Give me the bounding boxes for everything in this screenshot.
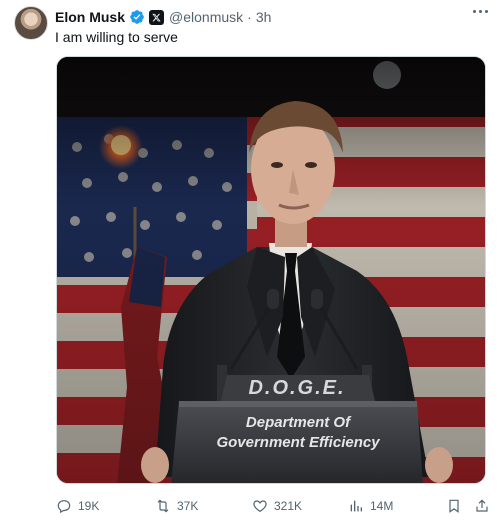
avatar[interactable] — [14, 6, 48, 40]
views-button[interactable]: 14M — [348, 497, 393, 515]
more-options-icon[interactable] — [473, 10, 488, 13]
handle[interactable]: @elonmusk — [169, 9, 243, 25]
share-icon — [476, 499, 488, 512]
repost-icon — [157, 499, 169, 513]
reply-button[interactable]: 19K — [56, 497, 99, 515]
podium-line-1: Department Of — [245, 414, 351, 431]
podium-line-2: Government Efficiency — [216, 434, 380, 451]
action-bar: 19K 37K 321K 14M — [56, 497, 488, 515]
verified-badge-icon[interactable] — [129, 9, 145, 25]
podium-title: D.O.G.E. — [248, 377, 346, 399]
share-button[interactable] — [474, 497, 490, 515]
like-count: 321K — [274, 499, 303, 513]
tweet-header: Elon Musk @elonmusk · 3h — [55, 8, 271, 26]
separator-dot: · — [247, 9, 252, 25]
tweet-image[interactable]: D.O.G.E. Department Of Government Effici… — [56, 56, 486, 484]
views-count: 14M — [370, 499, 394, 513]
reply-icon — [57, 500, 71, 514]
tweet-text: I am willing to serve — [55, 29, 178, 45]
reply-count: 19K — [78, 499, 100, 513]
bookmark-button[interactable] — [446, 497, 462, 515]
like-button[interactable]: 321K — [252, 497, 302, 515]
views-icon — [350, 500, 362, 512]
display-name[interactable]: Elon Musk — [55, 9, 125, 25]
timestamp[interactable]: 3h — [256, 9, 272, 25]
x-logo-icon[interactable] — [149, 9, 165, 25]
repost-count: 37K — [177, 499, 199, 513]
bookmark-icon — [449, 499, 459, 513]
heart-icon — [253, 500, 267, 513]
repost-button[interactable]: 37K — [155, 497, 198, 515]
tweet[interactable]: Elon Musk @elonmusk · 3h I am willing to… — [0, 0, 500, 523]
